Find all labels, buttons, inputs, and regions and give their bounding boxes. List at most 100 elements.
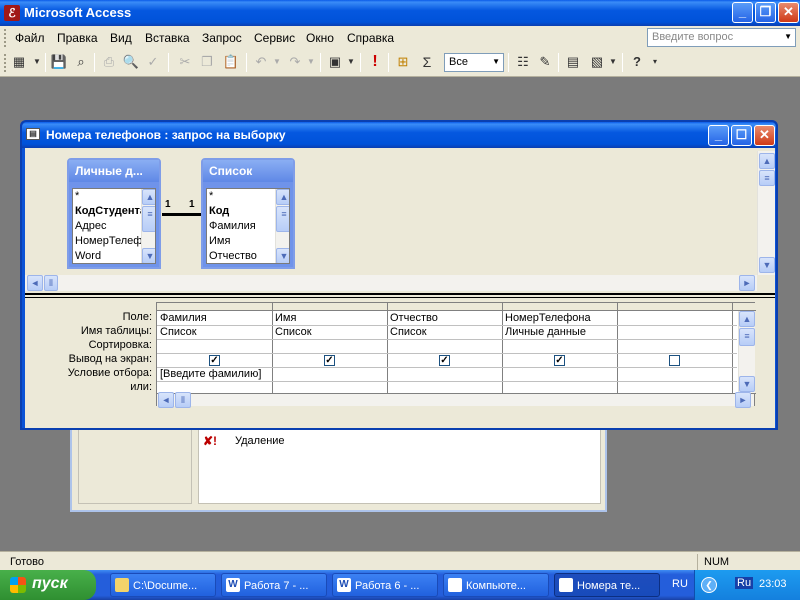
table-box-list[interactable]: Список * Код Фамилия Имя Отчество ▲ ≡ ▼	[201, 158, 295, 269]
totals-icon[interactable]: Σ	[418, 52, 436, 72]
restore-button[interactable]: ❐	[755, 2, 776, 23]
grid-table-cell[interactable]: Список	[388, 325, 501, 339]
taskbar-button-word6[interactable]: W Работа 6 - ...	[332, 573, 438, 597]
show-checkbox[interactable]: ✓	[324, 355, 335, 366]
help-search-box[interactable]: Введите вопрос ▼	[647, 28, 796, 47]
table-box-personal[interactable]: Личные д... * КодСтудента Адрес НомерТел…	[67, 158, 161, 269]
help-icon[interactable]: ?	[628, 52, 646, 72]
grid-table-cell[interactable]: Личные данные	[503, 325, 616, 339]
chevron-down-icon[interactable]: ▼	[784, 32, 792, 41]
scroll-thumb[interactable]: ≡	[739, 328, 755, 346]
language-indicator[interactable]: RU	[672, 578, 688, 590]
builder-icon[interactable]: ✎	[536, 52, 554, 72]
menu-tools[interactable]: Сервис	[254, 31, 295, 45]
scroll-down-icon[interactable]: ▼	[739, 376, 755, 392]
print-preview-icon[interactable]: 🔍	[122, 52, 140, 72]
file-search-icon[interactable]: ⌕	[72, 52, 90, 72]
paste-icon[interactable]: 📋	[222, 52, 240, 72]
app-title-bar[interactable]: ℰ Microsoft Access _ ❐ ✕	[0, 0, 800, 26]
scroll-left-icon[interactable]: ◄	[158, 392, 174, 408]
delete-query-label[interactable]: Удаление	[235, 435, 285, 447]
run-icon[interactable]: !	[366, 52, 384, 72]
grid-criteria-cell[interactable]: [Введите фамилию]	[158, 367, 271, 381]
menu-grip[interactable]	[4, 29, 7, 47]
scroll-up-icon[interactable]: ▲	[276, 189, 289, 205]
scroll-down-icon[interactable]: ▼	[142, 248, 155, 263]
menu-edit[interactable]: Правка	[57, 31, 98, 45]
menu-help[interactable]: Справка	[347, 31, 394, 45]
toolbar-grip[interactable]	[4, 54, 7, 72]
taskbar-button-query[interactable]: Номера те...	[554, 573, 660, 597]
grid-field-cell[interactable]: Отчество	[388, 311, 501, 325]
scroll-down-icon[interactable]: ▼	[759, 257, 775, 273]
grid-table-cell[interactable]: Список	[273, 325, 386, 339]
close-button[interactable]: ✕	[778, 2, 799, 23]
minimize-button[interactable]: _	[732, 2, 753, 23]
taskbar-button-computer[interactable]: Компьюте...	[443, 573, 549, 597]
scroll-down-icon[interactable]: ▼	[276, 248, 289, 263]
table-pane-vscrollbar[interactable]: ▲ ≡ ▼	[757, 151, 775, 275]
grid-table-cell[interactable]: Список	[158, 325, 271, 339]
scroll-thumb[interactable]: ≡	[142, 206, 155, 232]
grid-hscrollbar[interactable]: ◄ ⦀ ►	[157, 392, 754, 408]
query-close-button[interactable]: ✕	[754, 125, 775, 146]
print-icon[interactable]: ⎙	[100, 52, 118, 72]
table-box-title[interactable]: Личные д...	[69, 160, 159, 182]
query-minimize-button[interactable]: _	[708, 125, 729, 146]
chevron-down-icon[interactable]: ▼	[342, 52, 360, 72]
scroll-thumb[interactable]: ≡	[759, 170, 775, 186]
grid-field-cell[interactable]: Имя	[273, 311, 386, 325]
scroll-left-icon[interactable]: ◄	[27, 275, 43, 291]
grid-field-cell[interactable]: Фамилия	[158, 311, 271, 325]
grid-vscrollbar[interactable]: ▲ ≡ ▼	[738, 311, 755, 393]
scroll-right-icon[interactable]: ►	[739, 275, 755, 291]
save-icon[interactable]: 💾	[50, 52, 68, 72]
show-checkbox[interactable]	[669, 355, 680, 366]
scroll-up-icon[interactable]: ▲	[759, 153, 775, 169]
tray-expand-icon[interactable]: ❮	[701, 577, 717, 593]
show-checkbox[interactable]: ✓	[439, 355, 450, 366]
grid-field-cell[interactable]: НомерТелефона	[503, 311, 616, 325]
view-icon[interactable]: ▦	[10, 52, 28, 72]
chevron-down-icon[interactable]: ▼	[604, 52, 622, 72]
show-checkbox[interactable]: ✓	[554, 355, 565, 366]
relationship-line[interactable]	[162, 213, 202, 216]
taskbar-button-label: Работа 6 - ...	[355, 580, 420, 592]
spelling-icon[interactable]: ✓	[144, 52, 162, 72]
properties-icon[interactable]: ☷	[514, 52, 532, 72]
database-window-icon[interactable]: ▤	[564, 52, 582, 72]
cut-icon[interactable]: ✂	[176, 52, 194, 72]
chevron-down-icon[interactable]: ▼	[302, 52, 320, 72]
toolbar-options-icon[interactable]: ▾	[646, 52, 664, 72]
scroll-up-icon[interactable]: ▲	[142, 189, 155, 205]
scroll-thumb[interactable]: ⦀	[175, 392, 191, 408]
menu-query[interactable]: Запрос	[202, 31, 242, 45]
menu-insert[interactable]: Вставка	[145, 31, 190, 45]
start-button[interactable]: пуск	[0, 570, 96, 600]
show-table-icon[interactable]: ⊞	[394, 52, 412, 72]
taskbar-button-explorer[interactable]: C:\Docume...	[110, 573, 216, 597]
query-maximize-button[interactable]: ☐	[731, 125, 752, 146]
copy-icon[interactable]: ❐	[198, 52, 216, 72]
menu-window[interactable]: Окно	[306, 31, 334, 45]
taskbar-button-word7[interactable]: W Работа 7 - ...	[221, 573, 327, 597]
grid-col-line	[617, 303, 618, 393]
scroll-thumb[interactable]: ⦀	[44, 275, 58, 291]
field-list-scrollbar[interactable]: ▲ ≡ ▼	[275, 189, 289, 263]
table-box-title[interactable]: Список	[203, 160, 293, 182]
menu-view[interactable]: Вид	[110, 31, 132, 45]
show-checkbox[interactable]: ✓	[209, 355, 220, 366]
menu-file[interactable]: Файл	[15, 31, 45, 45]
scroll-up-icon[interactable]: ▲	[739, 311, 755, 327]
chevron-down-icon[interactable]: ▼	[268, 52, 286, 72]
chevron-down-icon[interactable]: ▼	[28, 52, 46, 72]
field-list-scrollbar[interactable]: ▲ ≡ ▼	[141, 189, 155, 263]
table-pane-hscrollbar[interactable]: ◄ ⦀ ►	[25, 275, 757, 291]
scroll-thumb[interactable]: ≡	[276, 206, 289, 232]
query-window-title-bar[interactable]: ▤ Номера телефонов : запрос на выборку _…	[22, 122, 776, 148]
top-values-select[interactable]: Все ▼	[444, 53, 504, 72]
database-window-objects-panel	[78, 422, 192, 504]
keyboard-layout-indicator[interactable]: Ru	[735, 577, 754, 589]
scroll-right-icon[interactable]: ►	[735, 392, 751, 408]
chevron-down-icon[interactable]: ▼	[492, 57, 500, 66]
